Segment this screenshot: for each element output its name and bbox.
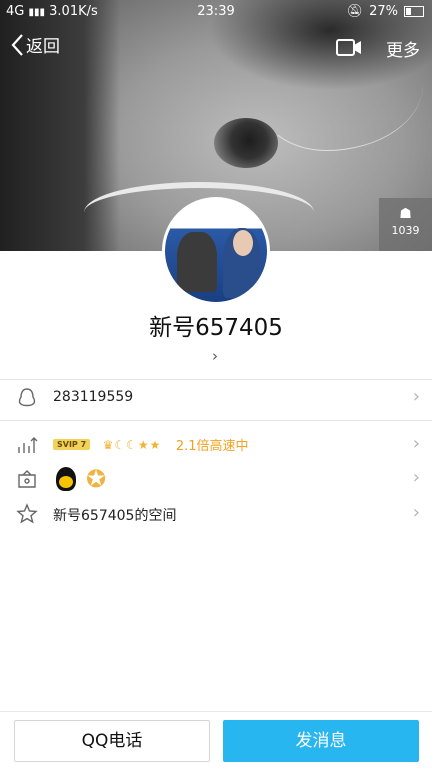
visitor-count: 1039 [391,224,420,237]
visitor-icon: ☗ [399,206,412,222]
profile-name: 新号657405 [149,315,283,341]
video-call-icon[interactable] [336,36,362,58]
star-outline-icon [16,503,38,524]
qq-number: 283119559 [53,389,134,405]
visitor-count-badge[interactable]: ☗ 1039 [379,198,432,251]
speed-text: 2.1倍高速中 [175,439,249,454]
qq-penguin-badge-icon[interactable] [56,467,76,491]
battery-icon [404,6,424,17]
bottom-action-bar: QQ电话 发消息 [0,711,432,769]
chevron-right-icon: › [412,467,420,488]
back-button[interactable]: 返回 [10,32,60,57]
gift-box-icon [18,470,36,488]
more-button[interactable]: 更多 [386,36,420,61]
level-icons: ♛☾☾★★ [102,437,162,452]
qzone-row[interactable]: 新号657405的空间 › [0,497,432,531]
avatar-face [233,230,253,256]
status-bar: 4G ▮▮▮ 3.01K/s 23:39 🔕︎ 27% [0,0,432,24]
send-message-button[interactable]: 发消息 [223,720,419,762]
mute-icon: 🔕︎ [346,4,364,19]
divider [0,379,432,380]
cover-rose-tattoo [214,118,278,168]
back-chevron-icon [11,33,23,56]
top-bar: 返回 更多 [0,30,432,66]
battery-percent: 27% [369,4,398,19]
penguin-outline-icon [18,388,36,407]
svip-badge: SVIP 7 [53,439,91,450]
chevron-right-icon: › [412,433,420,454]
avatar-figure-left [177,232,217,292]
status-right: 🔕︎ 27% [347,4,424,19]
qzone-text: 新号657405的空间 [53,508,177,524]
chevron-right-icon: › [412,386,420,407]
vip-row[interactable]: SVIP 7 ♛☾☾★★ 2.1倍高速中 › [0,428,432,462]
qq-call-button[interactable]: QQ电话 [14,720,210,762]
qq-number-row[interactable]: 283119559 › [0,381,432,415]
expand-chevron-icon[interactable]: › [212,347,218,365]
divider [0,420,432,421]
avatar[interactable] [162,197,270,305]
chevron-right-icon: › [412,502,420,523]
star-badge-icon[interactable]: ✪ [83,466,109,492]
level-bars-icon [18,437,38,453]
back-label: 返回 [26,37,60,57]
vip-info: SVIP 7 ♛☾☾★★ 2.1倍高速中 [53,435,249,454]
